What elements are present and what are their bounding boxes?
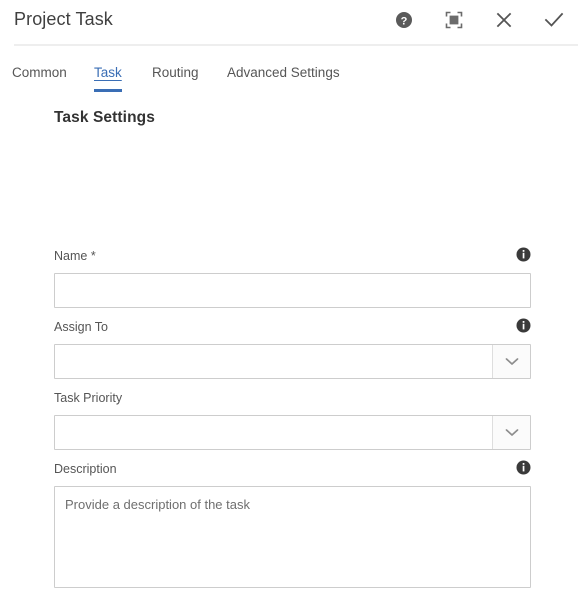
close-icon[interactable] — [491, 7, 517, 33]
dialog-header: Project Task ? — [0, 0, 585, 46]
field-assign-to-label: Assign To — [54, 320, 108, 334]
field-assign-to-control — [54, 344, 531, 379]
field-description-label: Description — [54, 462, 117, 476]
help-icon[interactable]: ? — [391, 7, 417, 33]
field-name-header: Name * — [54, 247, 531, 269]
field-task-priority-control — [54, 415, 531, 450]
field-description: Description — [54, 460, 531, 593]
field-assign-to-header: Assign To — [54, 318, 531, 340]
tab-common[interactable]: Common — [12, 65, 67, 88]
tab-routing[interactable]: Routing — [152, 65, 199, 88]
description-textarea[interactable] — [54, 486, 531, 588]
tab-advanced-settings[interactable]: Advanced Settings — [227, 65, 340, 88]
svg-text:?: ? — [401, 15, 408, 27]
field-task-priority-header: Task Priority — [54, 391, 531, 411]
confirm-check-icon[interactable] — [541, 7, 567, 33]
chevron-down-icon[interactable] — [492, 345, 530, 378]
field-description-control — [54, 486, 531, 593]
section-title: Task Settings — [54, 109, 155, 126]
info-icon[interactable] — [516, 318, 531, 333]
header-actions: ? — [391, 7, 567, 33]
field-name-label: Name * — [54, 249, 96, 263]
tab-task[interactable]: Task — [94, 65, 122, 92]
task-priority-input[interactable] — [55, 416, 492, 449]
tab-bar: Common Task Routing Advanced Settings — [0, 45, 585, 94]
chevron-down-icon[interactable] — [492, 416, 530, 449]
field-name-control — [54, 273, 531, 308]
maximize-icon[interactable] — [441, 7, 467, 33]
assign-to-input[interactable] — [55, 345, 492, 378]
name-input[interactable] — [54, 273, 531, 308]
task-priority-dropdown[interactable] — [54, 415, 531, 450]
field-task-priority: Task Priority — [54, 391, 531, 450]
info-icon[interactable] — [516, 460, 531, 475]
field-name: Name * — [54, 247, 531, 308]
field-assign-to: Assign To — [54, 318, 531, 379]
assign-to-dropdown[interactable] — [54, 344, 531, 379]
page-title: Project Task — [14, 9, 113, 29]
info-icon[interactable] — [516, 247, 531, 262]
field-description-header: Description — [54, 460, 531, 482]
field-task-priority-label: Task Priority — [54, 391, 123, 405]
